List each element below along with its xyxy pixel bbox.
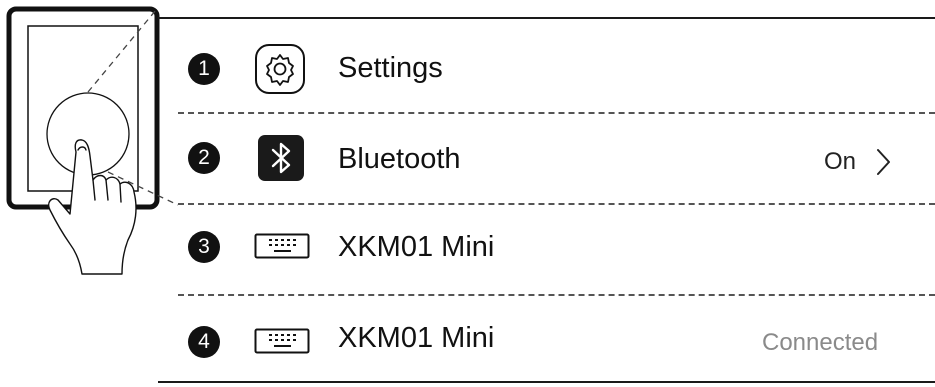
bluetooth-icon <box>258 135 304 181</box>
list-item-bluetooth[interactable]: 2 Bluetooth On <box>158 115 935 203</box>
keyboard-icon <box>254 328 310 354</box>
step-number-badge: 2 <box>188 142 220 174</box>
list-item-keyboard-connected[interactable]: 4 XKM01 Mini Connected <box>158 296 935 384</box>
step-number-badge: 3 <box>188 231 220 263</box>
list-item-settings[interactable]: 1 Settings <box>158 25 935 113</box>
row-label: XKM01 Mini <box>338 231 495 263</box>
top-rule <box>158 17 935 19</box>
chevron-right-icon <box>877 149 890 175</box>
divider <box>178 112 935 114</box>
connection-status: Connected <box>762 329 879 356</box>
tablet-tap-illustration <box>6 6 179 275</box>
gear-icon <box>255 44 305 94</box>
row-label: Bluetooth <box>338 143 461 175</box>
list-item-keyboard[interactable]: 3 XKM01 Mini <box>158 205 935 293</box>
step-number-badge: 1 <box>188 53 220 85</box>
keyboard-icon <box>254 233 310 259</box>
zoom-guide-line <box>87 9 157 93</box>
step-number-badge: 4 <box>188 326 220 358</box>
row-label: XKM01 Mini <box>338 322 495 354</box>
bottom-rule <box>158 381 935 383</box>
bluetooth-status: On <box>824 148 857 175</box>
row-label: Settings <box>338 52 443 84</box>
